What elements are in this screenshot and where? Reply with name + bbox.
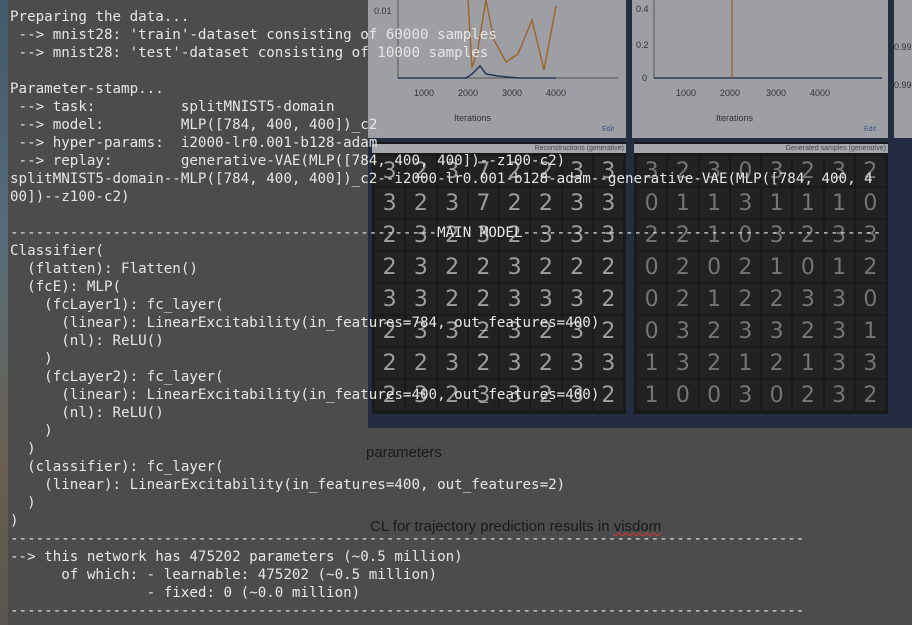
terminal-line: --> hyper-params: i2000-lr0.001-b128-ada… [10, 135, 378, 151]
terminal-line: --> mnist28: 'test'-dataset consisting o… [10, 45, 489, 61]
terminal-line: --> model: MLP([784, 400, 400])_c2 [10, 117, 378, 133]
terminal-line: of which: - learnable: 475202 (~0.5 mill… [10, 567, 438, 583]
terminal-line: (fcLayer1): fc_layer( [10, 297, 224, 313]
cl-title-visdom: visdom [613, 518, 662, 535]
terminal-line: (fcLayer2): fc_layer( [10, 369, 224, 385]
terminal-line: ) [10, 441, 36, 457]
terminal-line: --> mnist28: 'train'-dataset consisting … [10, 27, 497, 43]
terminal-line: (fcE): MLP( [10, 279, 122, 295]
terminal-line: --> task: splitMNIST5-domain [10, 99, 335, 115]
terminal-line: --> this network has 475202 parameters (… [10, 549, 463, 565]
terminal-line: splitMNIST5-domain--MLP([784, 400, 400])… [10, 171, 873, 187]
terminal-line: - fixed: 0 (~0.0 million) [10, 585, 361, 601]
terminal-line: (nl): ReLU() [10, 405, 164, 421]
cl-title-prefix: CL for trajectory prediction results in [370, 518, 614, 535]
terminal-line: ) [10, 351, 53, 367]
terminal-line: ) [10, 495, 36, 511]
terminal-line: ) [10, 423, 53, 439]
terminal-line: (linear): LinearExcitability(in_features… [10, 477, 566, 493]
terminal-line: 00])--z100-c2) [10, 189, 130, 205]
terminal-line: ----------------------------------------… [10, 225, 882, 241]
terminal-line: ----------------------------------------… [10, 603, 805, 619]
terminal-line: Classifier( [10, 243, 104, 259]
terminal-line: Preparing the data... [10, 9, 190, 25]
terminal-line: (classifier): fc_layer( [10, 459, 224, 475]
terminal-line: (linear): LinearExcitability(in_features… [10, 315, 600, 331]
terminal-line: Parameter-stamp... [10, 81, 164, 97]
terminal-line: --> replay: generative-VAE(MLP([784, 400… [10, 153, 566, 169]
cl-title-caption: CL for trajectory prediction results in … [370, 518, 661, 535]
terminal-line: (nl): ReLU() [10, 333, 164, 349]
terminal-line: (flatten): Flatten() [10, 261, 198, 277]
parameters-caption: parameters [366, 444, 442, 461]
terminal-line: (linear): LinearExcitability(in_features… [10, 387, 600, 403]
